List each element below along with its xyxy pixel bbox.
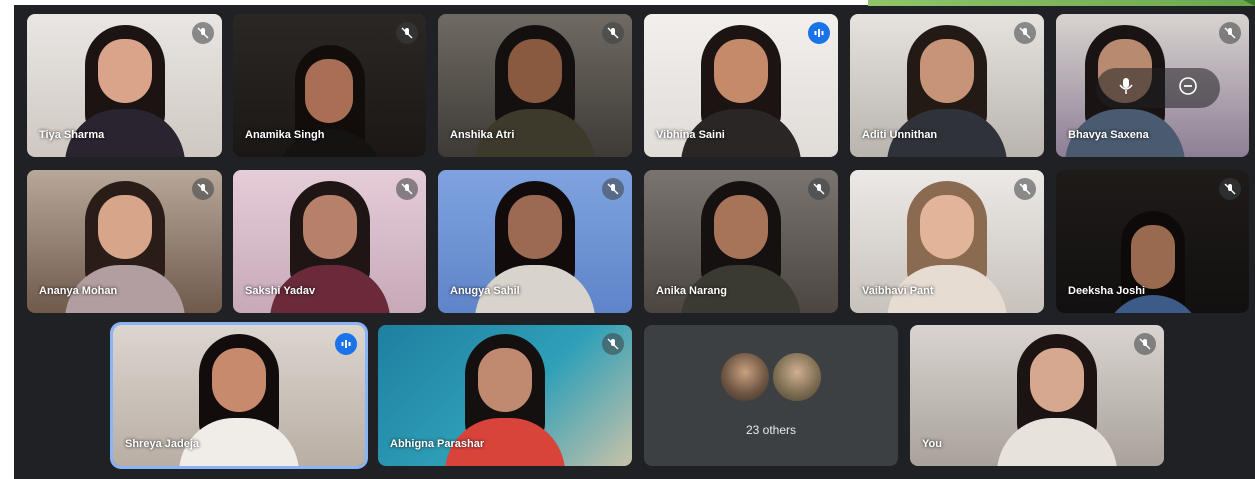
corner-accent (868, 0, 1255, 6)
participant-video (992, 326, 1122, 466)
participant-name: Deeksha Joshi (1068, 285, 1146, 297)
participant-tile[interactable]: Ananya Mohan (27, 170, 222, 313)
participant-tile[interactable]: Deeksha Joshi (1056, 170, 1249, 313)
participant-name: Anugya Sahil (450, 285, 520, 297)
participant-name: Aditi Unnithan (862, 129, 938, 141)
participant-tile[interactable]: Aditi Unnithan (850, 14, 1044, 157)
participant-name: Shreya Jadeja (125, 438, 199, 450)
mic-off-icon (808, 178, 830, 200)
audio-wave-icon (808, 22, 830, 44)
participant-tile[interactable]: Anamika Singh (233, 14, 426, 157)
self-tile[interactable]: You (910, 325, 1164, 466)
others-tile[interactable]: 23 others (644, 325, 898, 466)
mic-icon[interactable] (1118, 77, 1134, 100)
mic-off-icon (396, 22, 418, 44)
mic-off-icon (1219, 22, 1241, 44)
participant-tile[interactable]: Anika Narang (644, 170, 838, 313)
participant-name: Vaibhavi Pant (862, 285, 934, 297)
participant-name: Tiya Sharma (39, 129, 105, 141)
participant-name: Anamika Singh (245, 129, 325, 141)
mic-off-icon (396, 178, 418, 200)
mic-off-icon (1014, 178, 1036, 200)
participant-tile[interactable]: Shreya Jadeja (113, 325, 365, 466)
participant-name: Sakshi Yadav (245, 285, 316, 297)
participant-tile[interactable]: Vibhina Saini (644, 14, 838, 157)
participant-tile[interactable]: Sakshi Yadav (233, 170, 426, 313)
mic-off-icon (192, 22, 214, 44)
participant-tile[interactable]: Abhigna Parashar (378, 325, 632, 466)
participant-name: You (922, 438, 942, 450)
avatar (719, 351, 771, 403)
mic-off-icon (1014, 22, 1036, 44)
participant-name: Bhavya Saxena (1068, 129, 1149, 141)
participant-name: Abhigna Parashar (390, 438, 485, 450)
audio-wave-icon (335, 333, 357, 355)
participant-tile[interactable]: Vaibhavi Pant (850, 170, 1044, 313)
remove-circle-icon[interactable] (1178, 76, 1198, 101)
participant-name: Vibhina Saini (656, 129, 725, 141)
mic-off-icon (192, 178, 214, 200)
participant-name: Ananya Mohan (39, 285, 118, 297)
others-avatars (719, 351, 823, 403)
mic-off-icon (602, 178, 624, 200)
mic-off-icon (1219, 178, 1241, 200)
participant-tile[interactable]: Anugya Sahil (438, 170, 632, 313)
others-count-label: 23 others (745, 423, 797, 437)
video-feed (910, 325, 1164, 466)
participant-tile[interactable]: Anshika Atri (438, 14, 632, 157)
avatar (771, 351, 823, 403)
mic-off-icon (1134, 333, 1156, 355)
mic-off-icon (602, 333, 624, 355)
participant-name: Anshika Atri (450, 129, 515, 141)
participant-tile[interactable]: Bhavya Saxena (1056, 14, 1249, 157)
participant-tile[interactable]: Tiya Sharma (27, 14, 222, 157)
mic-off-icon (602, 22, 624, 44)
tile-hover-controls (1096, 68, 1220, 108)
participant-name: Anika Narang (656, 285, 727, 297)
